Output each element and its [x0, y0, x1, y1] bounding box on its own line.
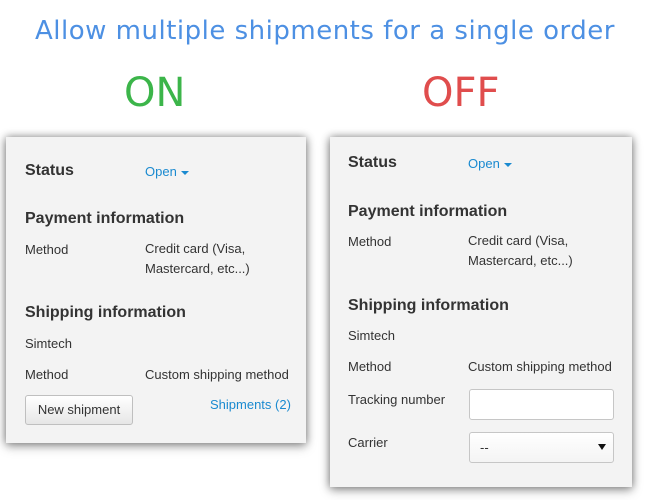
shipping-heading: Shipping information — [348, 297, 509, 314]
triangle-down-icon — [598, 444, 606, 450]
shipping-method-value: Custom shipping method — [468, 359, 612, 374]
shipments-link[interactable]: Shipments (2) — [210, 397, 291, 412]
carrier-select-value: -- — [480, 440, 489, 455]
status-label: Status — [25, 162, 74, 179]
status-value: Open — [145, 164, 177, 179]
order-panel-on: Status Open Payment information Method C… — [6, 137, 306, 443]
carrier-name: Simtech — [25, 336, 72, 351]
caret-down-icon — [503, 162, 512, 167]
payment-method-label: Method — [25, 242, 69, 257]
payment-method-value: Credit card (Visa, Mastercard, etc...) — [145, 241, 250, 276]
carrier-select[interactable]: -- — [469, 432, 614, 463]
status-dropdown[interactable]: Open — [145, 164, 189, 179]
payment-heading: Payment information — [348, 203, 508, 220]
order-panel-off: Status Open Payment information Method C… — [330, 137, 632, 487]
tracking-number-label: Tracking number — [348, 392, 446, 407]
shipping-method-value: Custom shipping method — [145, 367, 289, 382]
payment-method-value: Credit card (Visa, Mastercard, etc...) — [468, 233, 573, 268]
shipping-method-label: Method — [25, 367, 69, 382]
shipping-method-label: Method — [348, 359, 392, 374]
payment-heading: Payment information — [25, 210, 185, 227]
caret-down-icon — [180, 170, 189, 175]
off-mode-label: OFF — [422, 70, 500, 116]
carrier-label: Carrier — [348, 435, 388, 450]
tracking-number-input[interactable] — [469, 389, 614, 420]
status-label: Status — [348, 154, 397, 171]
status-value: Open — [468, 156, 500, 171]
carrier-name: Simtech — [348, 328, 395, 343]
new-shipment-button[interactable]: New shipment — [25, 395, 133, 425]
page-headline: Allow multiple shipments for a single or… — [35, 16, 615, 46]
status-dropdown[interactable]: Open — [468, 156, 512, 171]
payment-method-label: Method — [348, 234, 392, 249]
shipping-heading: Shipping information — [25, 304, 186, 321]
on-mode-label: ON — [124, 70, 186, 116]
